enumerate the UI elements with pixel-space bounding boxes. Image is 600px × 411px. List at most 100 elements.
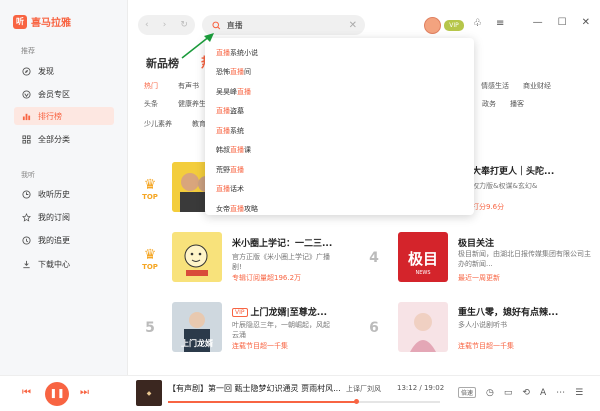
suggestion-item[interactable]: 荒野 直播 [205,160,474,180]
rank-6: 6 [363,320,385,336]
clock-icon [22,189,31,199]
track-title[interactable]: 【有声剧】第一回 甄士隐梦幻识通灵 贾雨村风... [168,383,341,394]
item-meta: 连载节目超一千集 [458,342,514,350]
category-audiobook[interactable]: 有声书 [178,81,199,91]
item-meta: 连载节目超一千集 [232,342,288,350]
suggestion-item[interactable]: 直播 盗墓 [205,102,474,122]
sidebar-item-label: 我的订阅 [38,212,70,222]
rank-label: TOP [142,263,158,271]
section-label-recommend: 推荐 [21,47,35,55]
sidebar-item-label: 我的追更 [38,235,70,245]
album-cover[interactable]: 极目 NEWS [398,232,448,282]
playlist-icon[interactable]: ☰ [575,388,583,398]
item-title[interactable]: 极目关注 [458,236,494,249]
sidebar-item-vip[interactable]: 会员专区 [14,85,114,103]
sidebar-item-history[interactable]: 收听历史 [14,185,114,203]
svg-text:NEWS: NEWS [415,270,430,276]
sidebar-item-label: 发现 [38,66,54,76]
search-box[interactable]: ✕ [202,15,365,35]
cover-art: 上门龙婿 [172,302,222,352]
loop-icon[interactable]: ⟲ [522,388,530,398]
suggestion-item[interactable]: 女帝 直播 攻略 [205,199,474,219]
category-row-2-right: 政务 播客 [482,99,524,109]
sidebar: 听 喜马拉雅 推荐 发现 会员专区 排行榜 全部分类 我听 收听历史 我的订阅 … [0,0,128,411]
font-icon[interactable]: A [540,388,546,398]
close-icon[interactable]: ✕ [582,17,590,28]
logo-icon: 听 [13,14,27,29]
album-cover[interactable]: 上门龙婿 [172,302,222,352]
vip-tag: VIP [232,308,248,317]
sidebar-item-label: 排行榜 [38,111,62,121]
back-icon[interactable]: ‹ [145,20,149,30]
sidebar-item-following[interactable]: 我的追更 [14,231,114,249]
category-row-3: 少儿素养 教育 [144,119,206,129]
rank-number: 6 [369,320,379,336]
sidebar-item-categories[interactable]: 全部分类 [14,130,114,148]
previous-icon[interactable]: ⏮ [22,387,31,398]
item-title[interactable]: VIP 上门龙婿|至尊龙... [232,305,327,318]
speed-chip[interactable]: 倍速 [458,387,477,398]
category-business[interactable]: 商业财经 [523,81,551,91]
suggestion-item[interactable]: 恐怖 直播间 [205,63,474,83]
sidebar-item-downloads[interactable]: 下载中心 [14,255,114,273]
rank-number: 4 [369,250,379,266]
category-headlines[interactable]: 头条 [144,99,158,109]
suggestion-item[interactable]: 直播 系统小说 [205,43,474,63]
player-bar: ⏮ ❚❚ ⏭ ◆ 【有声剧】第一回 甄士隐梦幻识通灵 贾雨村风... 上译厂刘风… [0,375,600,411]
item-desc: 多人小说剧听书 [458,321,507,329]
category-health[interactable]: 健康养生 [178,99,206,109]
tab-new[interactable]: 新品榜 [146,55,179,71]
album-cover[interactable] [398,302,448,352]
progress-handle[interactable] [353,399,359,404]
maximize-icon[interactable]: ☐ [558,17,567,28]
category-politics[interactable]: 政务 [482,99,496,109]
category-kids[interactable]: 少儿素养 [144,119,172,129]
more-icon[interactable]: ⋯ [556,388,565,398]
shirt-icon[interactable]: ♧ [473,18,482,29]
cover-art [172,232,222,282]
window-controls: — ☐ ✕ [533,17,590,28]
item-title[interactable]: 米小圈上学记：一二三... [232,236,332,249]
track-artist[interactable]: 上译厂刘风 [346,384,381,394]
annotation-arrow [181,33,214,59]
search-input[interactable] [226,20,343,30]
progress-bar[interactable] [168,399,440,404]
forward-icon[interactable]: › [163,20,167,30]
vip-badge[interactable]: VIP [444,20,464,31]
item-meta: 打分9.6分 [472,203,505,211]
crown-icon: ♛ [143,177,157,193]
subtitle-icon[interactable]: ▭ [504,388,513,398]
track-cover[interactable]: ◆ [136,380,162,406]
app-name: 喜马拉雅 [31,18,71,29]
suggestion-item[interactable]: 韩叔 直播课 [205,141,474,161]
category-hot[interactable]: 热门 [144,81,158,91]
sidebar-item-subscriptions[interactable]: 我的订阅 [14,208,114,226]
next-icon[interactable]: ⏭ [80,387,89,398]
avatar[interactable] [424,17,441,34]
svg-text:极目: 极目 [408,250,438,268]
suggestion-item[interactable]: 吴昊峰 直播 [205,82,474,102]
item-title[interactable]: 大奉打更人｜头陀... [472,164,554,177]
suggestion-item[interactable]: 直播 系统 [205,121,474,141]
refresh-icon[interactable]: ↻ [180,20,188,30]
suggestion-item[interactable]: 直播 话术 [205,180,474,200]
pause-button[interactable]: ❚❚ [45,382,69,406]
app-logo[interactable]: 听 喜马拉雅 [13,14,71,29]
vip-icon [22,89,31,99]
rank-number: 5 [145,320,155,336]
timer-icon[interactable]: ◷ [486,388,494,398]
category-education[interactable]: 教育 [192,119,206,129]
menu-icon[interactable]: ≡ [496,18,504,29]
sidebar-item-discover[interactable]: 发现 [14,62,114,80]
sidebar-item-label: 全部分类 [38,134,70,144]
category-emotion[interactable]: 情感生活 [481,81,509,91]
clear-search-icon[interactable]: ✕ [349,20,357,31]
minimize-icon[interactable]: — [533,17,543,28]
search-icon [212,21,221,29]
header-actions: ♧ ≡ [473,18,504,29]
album-cover[interactable] [172,232,222,282]
search-suggestions: 直播 系统小说 恐怖 直播间 吴昊峰 直播 直播 盗墓 直播 系统 韩叔 直播课 荒野 直播 … [205,38,474,215]
category-podcast[interactable]: 播客 [510,99,524,109]
sidebar-item-ranking[interactable]: 排行榜 [14,107,114,125]
item-title[interactable]: 重生八零，媳好有点辣... [458,305,558,318]
